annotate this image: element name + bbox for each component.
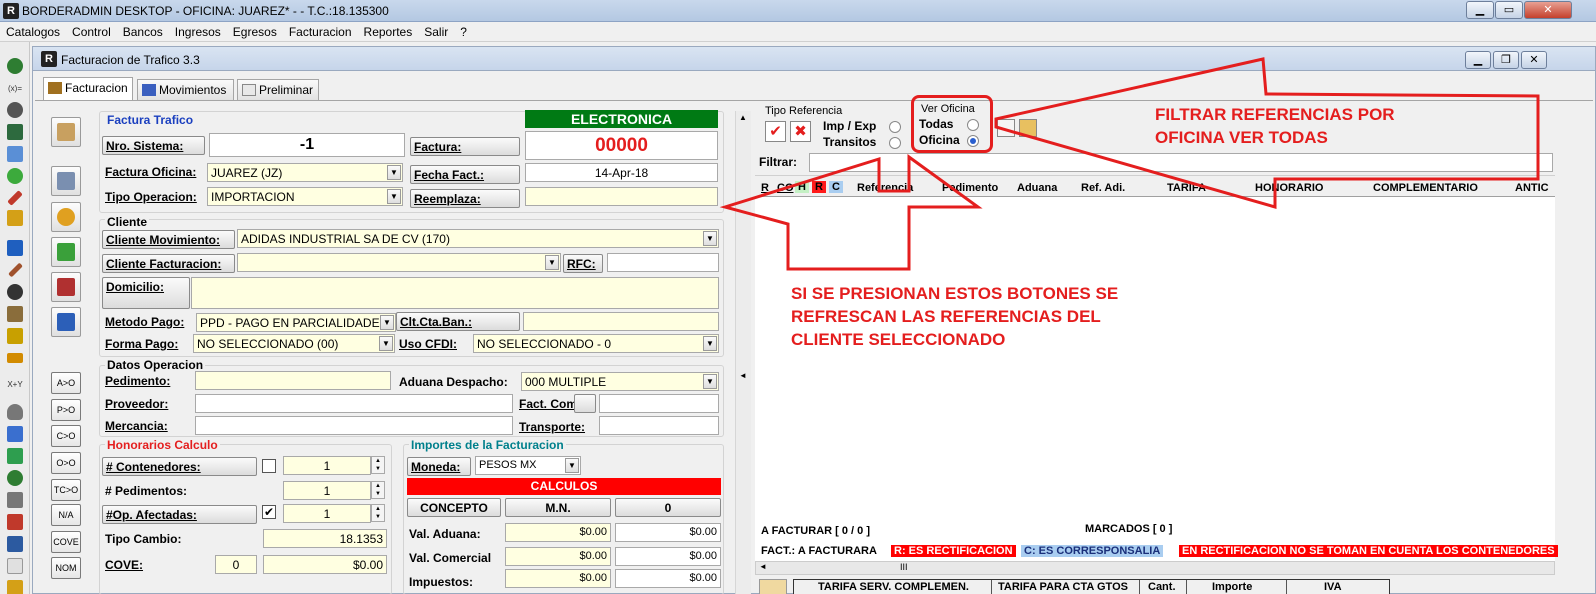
- close-button[interactable]: ✕: [1524, 1, 1572, 19]
- xy-icon[interactable]: X+Y: [4, 380, 26, 389]
- flag-icon[interactable]: [7, 514, 23, 530]
- chart-icon[interactable]: [7, 240, 23, 256]
- annotation-filtrar-line1: FILTRAR REFERENCIAS POR: [1155, 105, 1395, 124]
- truck-icon[interactable]: [7, 353, 23, 363]
- menu-ingresos[interactable]: Ingresos: [169, 22, 227, 39]
- app-title-bar: R BORDERADMIN DESKTOP - OFICINA: JUAREZ*…: [0, 0, 1596, 22]
- app-logo-icon: R: [3, 3, 19, 19]
- brush-icon[interactable]: [8, 262, 23, 278]
- print-icon[interactable]: [7, 492, 23, 508]
- money-icon[interactable]: [7, 168, 23, 184]
- annotation-refresh-line2: REFRESCAN LAS REFERENCIAS DEL: [791, 307, 1101, 326]
- annotation-refresh-line1: SI SE PRESIONAN ESTOS BOTONES SE: [791, 284, 1119, 303]
- menu-reportes[interactable]: Reportes: [358, 22, 419, 39]
- maximize-button[interactable]: ▭: [1495, 1, 1523, 19]
- gear-icon[interactable]: [7, 284, 23, 300]
- calculator-icon[interactable]: [7, 210, 23, 226]
- money-bag-icon[interactable]: [7, 58, 23, 74]
- blank-doc-icon[interactable]: [7, 558, 23, 574]
- facturacion-window: R Facturacion de Trafico 3.3 ▁ ❐ ✕ Factu…: [32, 46, 1596, 594]
- annotation-refresh-line3: CLIENTE SELECCIONADO: [791, 330, 1006, 349]
- copy-icon[interactable]: [7, 306, 23, 322]
- document-icon[interactable]: [7, 146, 23, 162]
- menu-egresos[interactable]: Egresos: [227, 22, 283, 39]
- left-toolbar: (x)= X+Y: [0, 42, 30, 594]
- mid-arrow-shape: [719, 154, 983, 271]
- formula-icon[interactable]: (x)=: [4, 84, 26, 93]
- ledger-icon[interactable]: [7, 124, 23, 140]
- menu-bancos[interactable]: Bancos: [117, 22, 169, 39]
- menu-control[interactable]: Control: [66, 22, 117, 39]
- database-icon[interactable]: [7, 404, 23, 420]
- annotation-filtrar-line2: OFICINA VER TODAS: [1155, 128, 1328, 147]
- menu-salir[interactable]: Salir: [418, 22, 454, 39]
- minimize-button[interactable]: ▁: [1466, 1, 1494, 19]
- app-title: BORDERADMIN DESKTOP - OFICINA: JUAREZ* -…: [22, 4, 389, 18]
- menu-catalogos[interactable]: Catalogos: [0, 22, 66, 39]
- pencil-icon[interactable]: [7, 190, 23, 206]
- menu-bar: Catalogos Control Bancos Ingresos Egresos Fac…: [0, 22, 1596, 42]
- settings-icon[interactable]: [7, 470, 23, 486]
- menu-help[interactable]: ?: [454, 22, 473, 39]
- report-icon[interactable]: [7, 426, 23, 442]
- tools-icon[interactable]: [7, 580, 23, 594]
- table-icon[interactable]: [7, 536, 23, 552]
- user-icon[interactable]: [7, 102, 23, 118]
- menu-facturacion[interactable]: Facturacion: [283, 22, 358, 39]
- box-icon[interactable]: [7, 328, 23, 344]
- grid-icon[interactable]: [7, 448, 23, 464]
